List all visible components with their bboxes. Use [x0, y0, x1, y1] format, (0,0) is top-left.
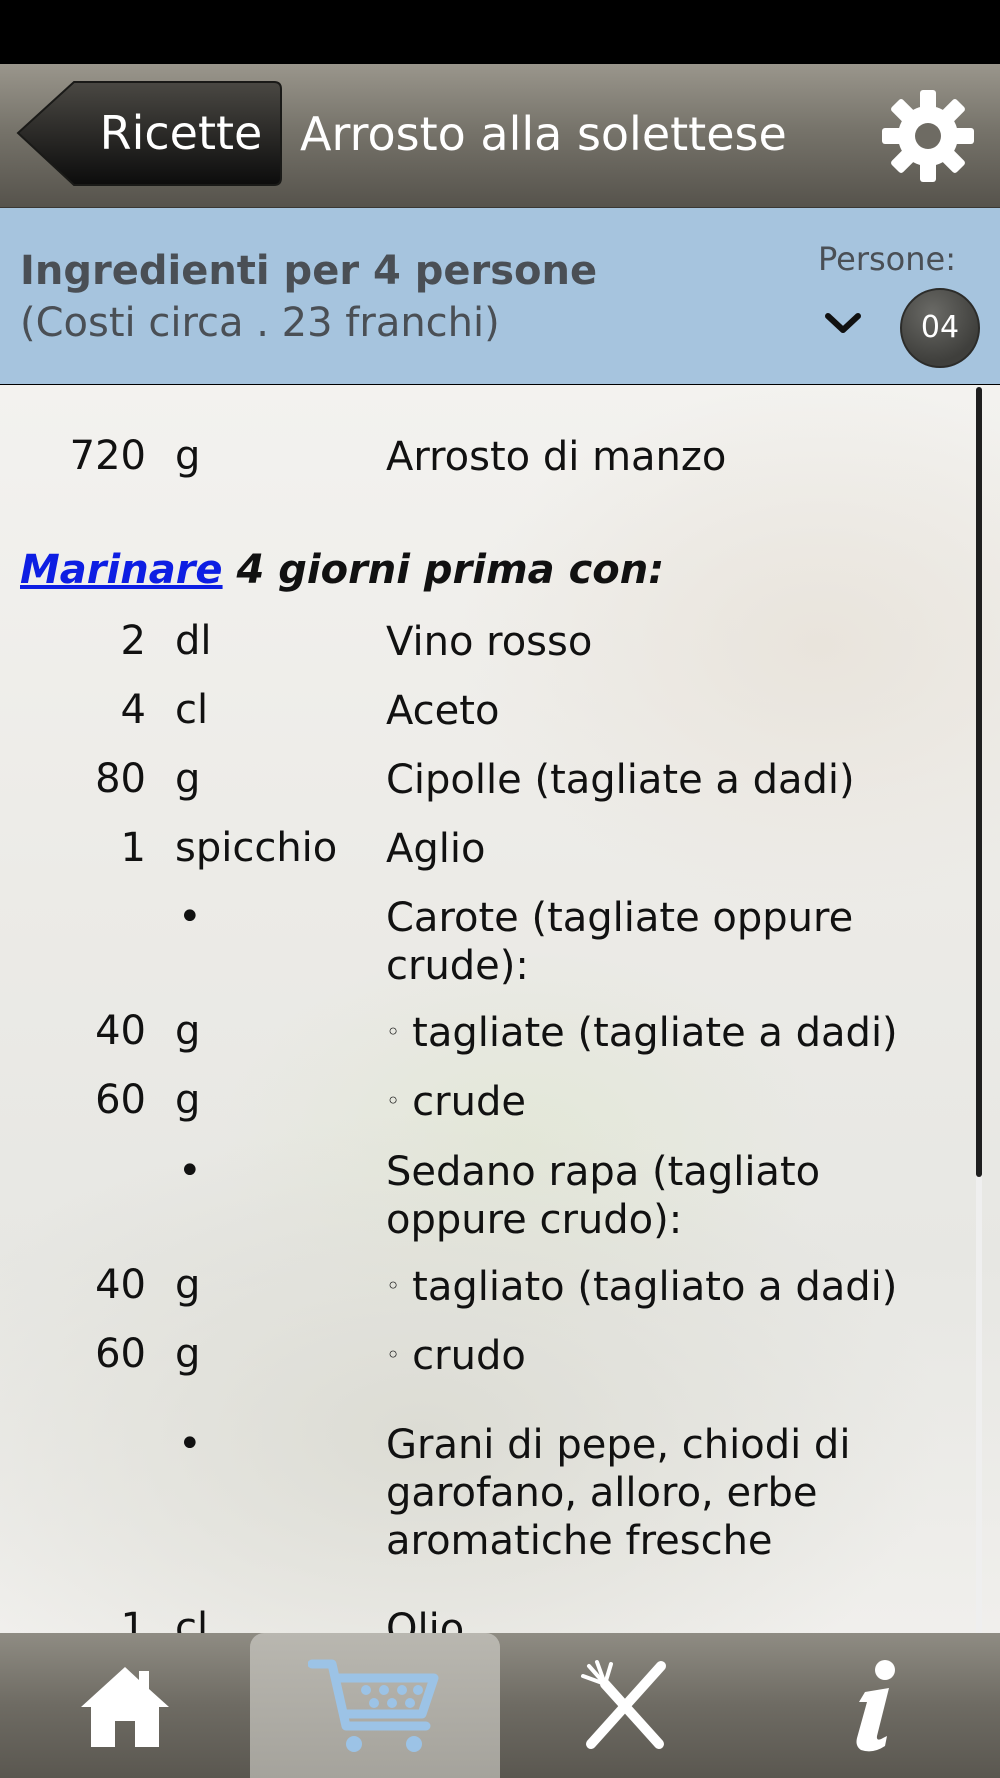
fork-knife-icon [581, 1659, 666, 1749]
tab-shopping-list[interactable] [250, 1633, 500, 1778]
ingredient-unit: g [175, 433, 201, 479]
marinate-heading: Marinare 4 giorni prima con: [20, 547, 664, 593]
ingredient-name: crudo [412, 1333, 526, 1379]
marinate-link[interactable]: Marinare [20, 547, 223, 593]
persons-label: Persone: [818, 240, 956, 278]
ingredient-name-wrapper: ◦ tagliato (tagliato a dadi) [386, 1262, 946, 1311]
persons-selector[interactable]: 04 [900, 288, 980, 368]
ingredient-name: Aglio [386, 826, 486, 872]
ingredient-quantity: 60 [95, 1077, 146, 1123]
gear-icon [882, 90, 974, 182]
bullet-icon: • [178, 894, 202, 940]
scrollbar-thumb[interactable] [976, 387, 982, 1177]
ingredient-name: Carote (tagliate oppure crude): [386, 895, 854, 989]
ingredient-quantity: 4 [120, 687, 146, 733]
chevron-down-icon[interactable] [822, 308, 864, 338]
sub-bullet-icon: ◦ [386, 1341, 401, 1369]
ingredients-header [0, 208, 1000, 384]
ingredient-name: crude [412, 1079, 526, 1125]
cost-estimate: (Costi circa . 23 franchi) [20, 300, 500, 346]
ingredient-quantity: 1 [120, 825, 146, 871]
ingredient-name: Grani di pepe, chiodi di garofano, allor… [386, 1422, 851, 1564]
ingredient-unit: g [175, 1008, 201, 1054]
ingredient-name-wrapper: ◦ tagliate (tagliate a dadi) [386, 1008, 946, 1057]
sub-bullet-icon: ◦ [386, 1272, 401, 1300]
tab-info[interactable] [750, 1633, 1000, 1778]
ingredient-name: Cipolle (tagliate a dadi) [386, 757, 855, 803]
ingredient-name-wrapper: ◦ crudo [386, 1331, 946, 1380]
ingredient-quantity: 720 [69, 433, 146, 479]
page-title: Arrosto alla solettese [300, 107, 787, 161]
tab-recipes[interactable] [500, 1633, 750, 1778]
tab-home[interactable] [0, 1633, 250, 1778]
ingredient-quantity: 40 [95, 1008, 146, 1054]
ingredients-list[interactable]: 720 g Arrosto di manzo Marinare 4 giorni… [0, 385, 1000, 1633]
ingredient-unit: g [175, 1262, 201, 1308]
sub-bullet-icon: ◦ [386, 1018, 401, 1046]
ingredient-unit: dl [175, 618, 212, 664]
ingredient-quantity: 1 [120, 1605, 146, 1633]
ingredient-name: Vino rosso [386, 619, 593, 665]
ingredient-quantity: 60 [95, 1331, 146, 1377]
ingredient-unit: cl [175, 687, 209, 733]
shopping-cart-icon [308, 1659, 439, 1752]
back-button-label: Ricette [99, 106, 263, 160]
ingredient-unit: g [175, 756, 201, 802]
settings-button[interactable] [880, 88, 976, 184]
sub-bullet-icon: ◦ [386, 1087, 401, 1115]
info-icon [856, 1659, 895, 1751]
bullet-icon: • [178, 1421, 202, 1467]
ingredient-quantity: 80 [95, 756, 146, 802]
bullet-icon: • [178, 1148, 202, 1194]
ingredient-name: Arrosto di manzo [386, 434, 727, 480]
marinate-heading-text: 4 giorni prima con: [222, 547, 665, 593]
home-icon [81, 1666, 169, 1747]
ingredient-quantity: 2 [120, 618, 146, 664]
ingredient-unit: g [175, 1331, 201, 1377]
ingredients-title: Ingredienti per 4 persone [20, 248, 598, 294]
ingredient-unit: g [175, 1077, 201, 1123]
ingredient-unit: spicchio [175, 825, 338, 871]
ingredient-name: Olio [386, 1606, 465, 1633]
status-bar [0, 0, 1000, 64]
ingredient-name: tagliato (tagliato a dadi) [412, 1264, 898, 1310]
ingredient-name: Sedano rapa (tagliato oppure crudo): [386, 1149, 821, 1243]
back-button[interactable]: Ricette [16, 80, 283, 187]
ingredient-name: tagliate (tagliate a dadi) [412, 1010, 898, 1056]
ingredient-name-wrapper: ◦ crude [386, 1077, 946, 1126]
ingredient-name: Aceto [386, 688, 500, 734]
ingredient-unit: cl [175, 1605, 209, 1633]
ingredient-quantity: 40 [95, 1262, 146, 1308]
